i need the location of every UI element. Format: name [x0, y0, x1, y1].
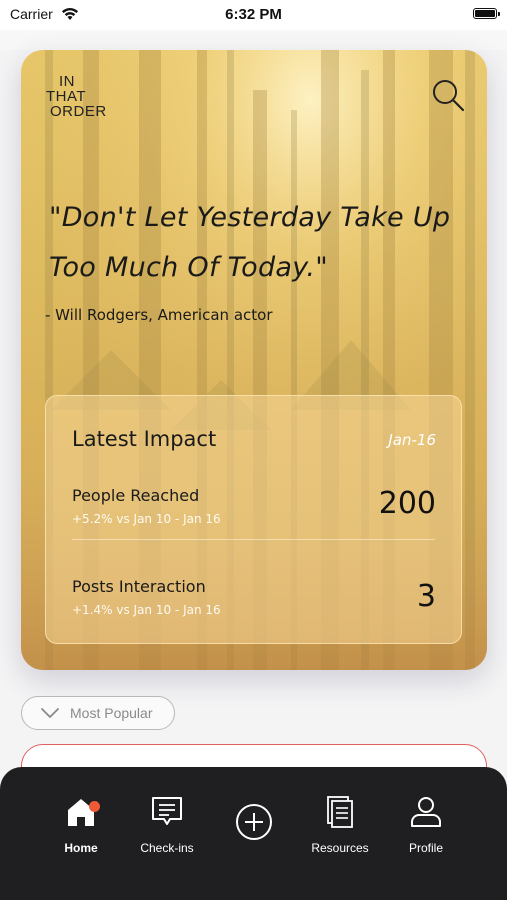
bottom-tab-bar: Home Check-ins Resources Profile [0, 767, 507, 900]
metric-change-posts-interaction: +1.4% vs Jan 10 - Jan 16 [72, 603, 221, 617]
latest-impact-panel: Latest Impact Jan-16 People Reached +5.2… [45, 395, 462, 644]
tab-label-check-ins: Check-ins [140, 841, 194, 855]
quote-author: - Will Rodgers, American actor [45, 306, 273, 324]
battery-icon [473, 8, 500, 19]
status-bar: Carrier 6:32 PM [0, 0, 507, 30]
metric-value-posts-interaction: 3 [416, 579, 436, 614]
impact-title: Latest Impact [72, 427, 217, 451]
brand-logo: IN THAT ORDER [46, 73, 107, 120]
tab-label-home: Home [64, 841, 98, 855]
tab-check-ins[interactable]: Check-ins [122, 767, 212, 877]
metric-value-people-reached: 200 [378, 486, 436, 521]
tab-label-resources: Resources [311, 841, 369, 855]
clock: 6:32 PM [225, 6, 282, 23]
filter-label: Most Popular [70, 705, 153, 721]
notification-badge [89, 801, 100, 812]
tab-profile[interactable]: Profile [381, 767, 471, 877]
quote-card: IN THAT ORDER "Don't Let Yesterday Take … [21, 50, 487, 670]
most-popular-filter-button[interactable]: Most Popular [21, 696, 175, 730]
header-strip [0, 30, 507, 50]
search-icon[interactable] [431, 78, 465, 112]
impact-date: Jan-16 [388, 431, 436, 449]
metric-label-people-reached: People Reached [72, 486, 200, 505]
chat-icon [152, 797, 182, 825]
tab-add[interactable] [209, 767, 299, 877]
metric-label-posts-interaction: Posts Interaction [72, 577, 206, 596]
add-circle-icon [236, 804, 272, 840]
quote-text: "Don't Let Yesterday Take Up Too Much Of… [49, 202, 451, 283]
user-icon [411, 797, 441, 827]
metric-divider [72, 539, 435, 540]
tab-label-profile: Profile [408, 841, 443, 855]
tab-home[interactable]: Home [36, 767, 126, 877]
metric-change-people-reached: +5.2% vs Jan 10 - Jan 16 [72, 512, 221, 526]
documents-icon [327, 796, 353, 828]
tab-resources[interactable]: Resources [295, 767, 385, 877]
chevron-down-icon [41, 708, 59, 718]
